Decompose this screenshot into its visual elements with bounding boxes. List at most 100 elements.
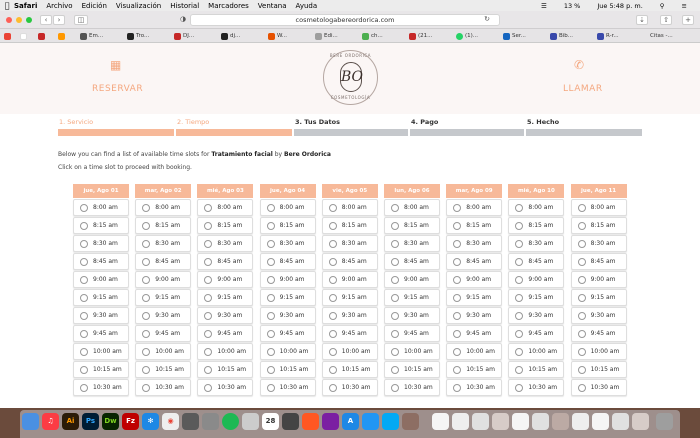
time-slot-button[interactable]: 8:00 am [384,199,440,216]
time-slot-button[interactable]: 8:15 am [73,217,129,234]
sidebar-toggle-icon[interactable]: ◫ [74,15,88,25]
document-icon[interactable] [512,413,529,430]
radio-icon[interactable] [328,239,337,248]
radio-icon[interactable] [80,311,88,320]
radio-icon[interactable] [453,203,462,212]
radio-icon[interactable] [204,293,213,302]
radio-icon[interactable] [142,275,151,284]
menu-app[interactable]: Safari [14,2,37,10]
radio-icon[interactable] [80,347,88,356]
time-slot-button[interactable]: 10:30 am [135,379,192,396]
bookmark-item[interactable] [38,31,50,41]
time-slot-button[interactable]: 9:00 am [73,271,129,288]
time-slot-button[interactable]: 9:30 am [321,307,378,324]
time-slot-button[interactable]: 8:15 am [508,217,565,234]
time-slot-button[interactable]: 8:00 am [135,199,192,216]
menu-visualizacion[interactable]: Visualización [116,2,161,10]
time-slot-button[interactable]: 10:30 am [384,379,440,396]
time-slot-button[interactable]: 8:15 am [197,217,254,234]
radio-icon[interactable] [204,239,213,248]
app-icon[interactable] [242,413,259,430]
time-slot-button[interactable]: 9:30 am [259,307,316,324]
radio-icon[interactable] [80,275,88,284]
radio-icon[interactable] [80,365,88,374]
new-tab-button[interactable]: + [682,15,694,25]
radio-icon[interactable] [204,221,213,230]
wifi-icon[interactable]: ☰ [541,2,547,10]
time-slot-button[interactable]: 10:15 am [384,361,440,378]
time-slot-button[interactable]: 9:30 am [197,307,254,324]
bookmark-item[interactable]: Ser... [503,31,535,41]
radio-icon[interactable] [515,293,524,302]
radio-icon[interactable] [266,221,275,230]
time-slot-button[interactable]: 8:30 am [197,235,254,252]
radio-icon[interactable] [328,257,337,266]
photoshop-icon[interactable]: Ps [82,413,99,430]
time-slot-button[interactable]: 8:00 am [570,199,627,216]
time-slot-button[interactable]: 10:15 am [321,361,378,378]
clock[interactable]: Jue 5:48 p. m. [597,2,642,10]
time-slot-button[interactable]: 9:15 am [73,289,129,306]
menu-ventana[interactable]: Ventana [258,2,287,10]
radio-icon[interactable] [515,311,524,320]
time-slot-button[interactable]: 10:15 am [135,361,192,378]
time-slot-button[interactable]: 9:15 am [197,289,254,306]
call-button[interactable]: LLAMAR [563,84,603,94]
time-slot-button[interactable]: 10:30 am [570,379,627,396]
url-bar[interactable]: cosmetologabereordorica.com [190,14,500,26]
radio-icon[interactable] [453,275,462,284]
time-slot-button[interactable]: 8:00 am [321,199,378,216]
back-button[interactable]: ‹ [40,15,52,25]
radio-icon[interactable] [453,383,462,392]
time-slot-button[interactable]: 9:00 am [259,271,316,288]
radio-icon[interactable] [328,203,337,212]
document-icon[interactable] [552,413,569,430]
radio-icon[interactable] [577,293,586,302]
time-slot-button[interactable]: 8:15 am [384,217,440,234]
radio-icon[interactable] [80,383,88,392]
document-icon[interactable] [592,413,609,430]
radio-icon[interactable] [515,203,524,212]
spotify-icon[interactable] [222,413,239,430]
time-slot-button[interactable]: 9:45 am [446,325,503,342]
radio-icon[interactable] [391,329,399,338]
radio-icon[interactable] [515,239,524,248]
time-slot-button[interactable]: 10:30 am [197,379,254,396]
radio-icon[interactable] [80,221,88,230]
time-slot-button[interactable]: 9:15 am [508,289,565,306]
radio-icon[interactable] [328,221,337,230]
time-slot-button[interactable]: 10:00 am [508,343,565,360]
time-slot-button[interactable]: 8:45 am [259,253,316,270]
time-slot-button[interactable]: 8:45 am [321,253,378,270]
apple-icon[interactable]:  [0,1,14,10]
radio-icon[interactable] [204,347,213,356]
time-slot-button[interactable]: 10:00 am [446,343,503,360]
time-slot-button[interactable]: 10:00 am [197,343,254,360]
safari-icon[interactable]: ✻ [142,413,159,430]
time-slot-button[interactable]: 9:00 am [135,271,192,288]
time-slot-button[interactable]: 10:15 am [197,361,254,378]
step-tiempo[interactable]: 2. Tiempo [176,117,292,137]
time-slot-button[interactable]: 9:30 am [384,307,440,324]
radio-icon[interactable] [80,329,88,338]
close-window-button[interactable] [6,17,12,23]
brand-logo[interactable]: BERE ORDORICA BO COSMETOLOGÍA [323,50,378,105]
menu-list-icon[interactable]: ≡ [682,2,687,10]
app-icon[interactable] [282,413,299,430]
time-slot-button[interactable]: 9:30 am [570,307,627,324]
finder-icon[interactable] [22,413,39,430]
dreamweaver-icon[interactable]: Dw [102,413,119,430]
app-store-icon[interactable]: A [342,413,359,430]
radio-icon[interactable] [266,329,275,338]
time-slot-button[interactable]: 9:00 am [197,271,254,288]
app-icon[interactable] [362,413,379,430]
radio-icon[interactable] [204,365,213,374]
time-slot-button[interactable]: 8:30 am [73,235,129,252]
bookmark-item[interactable]: W... [268,31,300,41]
radio-icon[interactable] [577,329,586,338]
step-pago[interactable]: 4. Pago [410,117,524,137]
time-slot-button[interactable]: 8:00 am [73,199,129,216]
time-slot-button[interactable]: 8:45 am [446,253,503,270]
time-slot-button[interactable]: 9:45 am [73,325,129,342]
time-slot-button[interactable]: 8:00 am [508,199,565,216]
